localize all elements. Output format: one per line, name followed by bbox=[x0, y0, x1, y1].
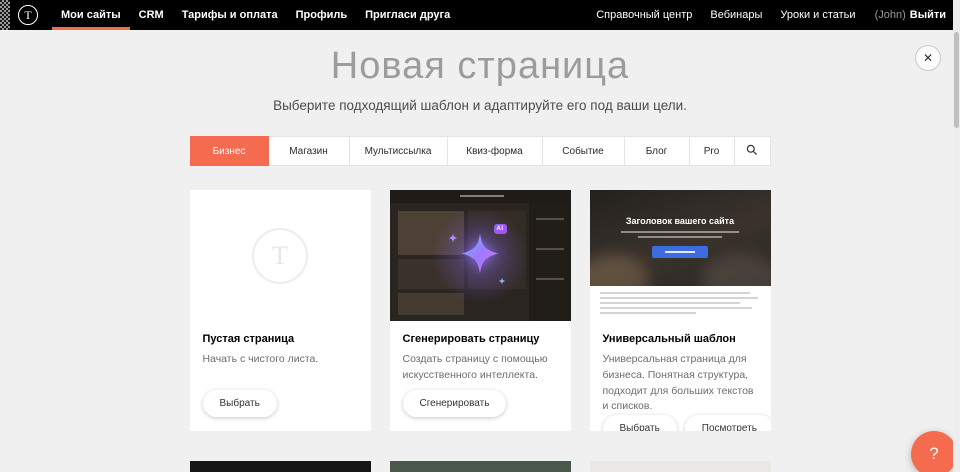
tab-pro[interactable]: Pro bbox=[690, 136, 735, 166]
template-grid: T Пустая страница Начать с чистого листа… bbox=[190, 190, 771, 431]
template-thumbnail[interactable] bbox=[590, 461, 771, 472]
logout-link[interactable]: Выйти bbox=[910, 0, 946, 30]
card-description: Универсальная страница для бизнеса. Поня… bbox=[603, 352, 758, 415]
tab-store[interactable]: Магазин bbox=[269, 136, 350, 166]
generate-button[interactable]: Сгенерировать bbox=[403, 390, 507, 417]
preview-site-title: Заголовок вашего сайта bbox=[590, 216, 771, 226]
template-thumbnail[interactable] bbox=[390, 461, 571, 472]
template-tabs: Бизнес Магазин Мультиссылка Квиз-форма С… bbox=[190, 136, 771, 166]
card-body: Универсальный шаблон Универсальная стран… bbox=[590, 321, 771, 431]
card-ai-generate: AI Сгенерировать страницу Создать страни… bbox=[390, 190, 571, 431]
search-icon bbox=[746, 144, 758, 159]
card-blank-page: T Пустая страница Начать с чистого листа… bbox=[190, 190, 371, 431]
card-title: Универсальный шаблон bbox=[603, 333, 758, 345]
card-description: Начать с чистого листа. bbox=[203, 352, 358, 390]
page-title: Новая страница bbox=[190, 45, 771, 88]
sparkle-icon bbox=[498, 272, 506, 290]
blank-page-preview: T bbox=[190, 190, 371, 321]
tilda-logo[interactable]: T bbox=[18, 5, 38, 25]
screen: T Мои сайты CRM Тарифы и оплата Профиль … bbox=[0, 0, 960, 472]
tilda-ghost-logo-icon: T bbox=[252, 228, 308, 284]
card-title: Сгенерировать страницу bbox=[403, 333, 558, 345]
nav-my-sites[interactable]: Мои сайты bbox=[52, 0, 130, 30]
nav-pricing[interactable]: Тарифы и оплата bbox=[173, 0, 287, 30]
template-grid-row-2 bbox=[190, 461, 771, 472]
choose-blank-button[interactable]: Выбрать bbox=[203, 390, 277, 417]
choose-template-button[interactable]: Выбрать bbox=[603, 415, 677, 431]
topbar: T Мои сайты CRM Тарифы и оплата Профиль … bbox=[0, 0, 960, 30]
scrollbar-thumb[interactable] bbox=[954, 32, 959, 128]
nav-help-center[interactable]: Справочный центр bbox=[587, 0, 701, 30]
tab-quiz-form[interactable]: Квиз-форма bbox=[448, 136, 543, 166]
tab-event[interactable]: Событие bbox=[543, 136, 625, 166]
card-buttons: Выбрать bbox=[203, 390, 358, 417]
card-buttons: Сгенерировать bbox=[403, 390, 558, 417]
nav-crm[interactable]: CRM bbox=[130, 0, 173, 30]
universal-template-preview: Заголовок вашего сайта bbox=[590, 190, 771, 321]
content: Новая страница Выберите подходящий шабло… bbox=[190, 45, 771, 472]
scrollbar bbox=[953, 0, 960, 472]
card-body: Пустая страница Начать с чистого листа. … bbox=[190, 321, 371, 431]
user-name: (John) bbox=[875, 0, 906, 30]
tab-blog[interactable]: Блог bbox=[625, 136, 690, 166]
main-nav: Мои сайты CRM Тарифы и оплата Профиль Пр… bbox=[52, 0, 459, 30]
card-body: Сгенерировать страницу Создать страницу … bbox=[390, 321, 571, 431]
card-title: Пустая страница bbox=[203, 333, 358, 345]
ai-badge: AI bbox=[494, 224, 507, 234]
nav-profile[interactable]: Профиль bbox=[287, 0, 356, 30]
card-description: Создать страницу с помощью искусственног… bbox=[403, 352, 558, 390]
page-subtitle: Выберите подходящий шаблон и адаптируйте… bbox=[190, 98, 771, 113]
card-universal-template: Заголовок вашего сайта Универсальны bbox=[590, 190, 771, 431]
view-template-button[interactable]: Посмотреть bbox=[685, 415, 771, 431]
ai-star-icon bbox=[458, 231, 502, 280]
preview-cta-button bbox=[652, 246, 708, 258]
template-thumbnail[interactable] bbox=[190, 461, 371, 472]
sparkle-icon bbox=[448, 230, 458, 248]
tab-multilink[interactable]: Мультиссылка bbox=[350, 136, 448, 166]
secondary-nav: Справочный центр Вебинары Уроки и статьи bbox=[587, 0, 864, 30]
nav-webinars[interactable]: Вебинары bbox=[701, 0, 771, 30]
ai-generate-preview: AI bbox=[390, 190, 571, 321]
tab-business[interactable]: Бизнес bbox=[190, 136, 269, 166]
nav-invite-friend[interactable]: Пригласи друга bbox=[356, 0, 459, 30]
card-buttons: Выбрать Посмотреть bbox=[603, 415, 758, 431]
help-button[interactable]: ? bbox=[911, 431, 957, 472]
tab-search[interactable] bbox=[735, 136, 771, 166]
nav-lessons[interactable]: Уроки и статьи bbox=[771, 0, 864, 30]
drag-texture bbox=[0, 0, 10, 30]
close-button[interactable]: ✕ bbox=[915, 45, 941, 71]
